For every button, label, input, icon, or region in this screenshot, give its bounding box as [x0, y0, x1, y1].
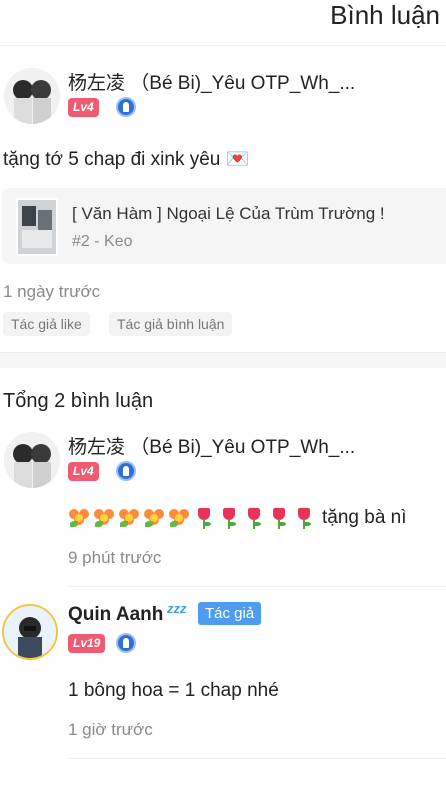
reply-content: 1 bông hoa = 1 chap nhé	[68, 680, 279, 701]
chapter-card[interactable]: [ Văn Hàm ] Ngoại Lệ Của Trùm Trường ! #…	[2, 188, 446, 264]
tulip-icon	[243, 506, 265, 530]
shield-badge-icon	[116, 461, 136, 481]
author-avatar[interactable]	[2, 604, 58, 660]
tulip-icon	[193, 506, 215, 530]
shield-badge-icon	[116, 97, 136, 117]
level-badge: Lv19	[68, 634, 106, 653]
tulip-icon	[293, 506, 315, 530]
reply-text: tặng bà nì	[322, 507, 407, 528]
flower-bouquet-icon	[68, 507, 90, 529]
reply-time: 1 giờ trước	[68, 720, 153, 739]
reply-content: tặng bà nì	[68, 505, 407, 531]
avatar[interactable]	[4, 432, 60, 488]
total-replies: Tổng 2 bình luận	[3, 390, 154, 412]
shield-badge-icon	[116, 633, 136, 653]
comment-time: 1 ngày trước	[3, 282, 101, 301]
avatar[interactable]	[4, 68, 60, 124]
username[interactable]: 杨左凌 （Bé Bi)_Yêu OTP_Wh_...	[68, 432, 355, 459]
username[interactable]: 杨左凌 （Bé Bi)_Yêu OTP_Wh_...	[68, 68, 355, 95]
flower-bouquet-icon	[143, 507, 165, 529]
chapter-number: #2 - Keo	[72, 233, 133, 250]
reply-divider	[68, 586, 446, 587]
chapter-thumbnail	[16, 198, 58, 256]
comment-content: tặng tớ 5 chap đi xink yêu 💌	[3, 149, 250, 170]
reply-divider	[68, 758, 446, 759]
tulip-icon	[218, 506, 240, 530]
author-username[interactable]: Quin Aanh	[68, 604, 163, 626]
page-title: Bình luận	[330, 0, 440, 30]
avatar-image	[4, 606, 56, 658]
zzz-decoration: zzz	[167, 601, 187, 616]
tulip-icon	[268, 506, 290, 530]
chapter-title: [ Văn Hàm ] Ngoại Lệ Của Trùm Trường !	[72, 204, 385, 223]
section-divider	[0, 352, 446, 368]
page-header: Bình luận	[0, 0, 446, 46]
author-reply-tag: Tác giả bình luận	[109, 312, 233, 336]
flower-bouquet-icon	[118, 507, 140, 529]
reply-time: 9 phút trước	[68, 548, 162, 567]
author-tag: Tác giả	[198, 602, 262, 625]
level-badge: Lv4	[68, 98, 99, 117]
avatar-image	[4, 432, 60, 488]
author-like-tag: Tác giả like	[3, 312, 90, 336]
avatar-image	[4, 68, 60, 124]
flower-bouquet-icon	[168, 507, 190, 529]
flower-bouquet-icon	[93, 507, 115, 529]
level-badge: Lv4	[68, 462, 99, 481]
